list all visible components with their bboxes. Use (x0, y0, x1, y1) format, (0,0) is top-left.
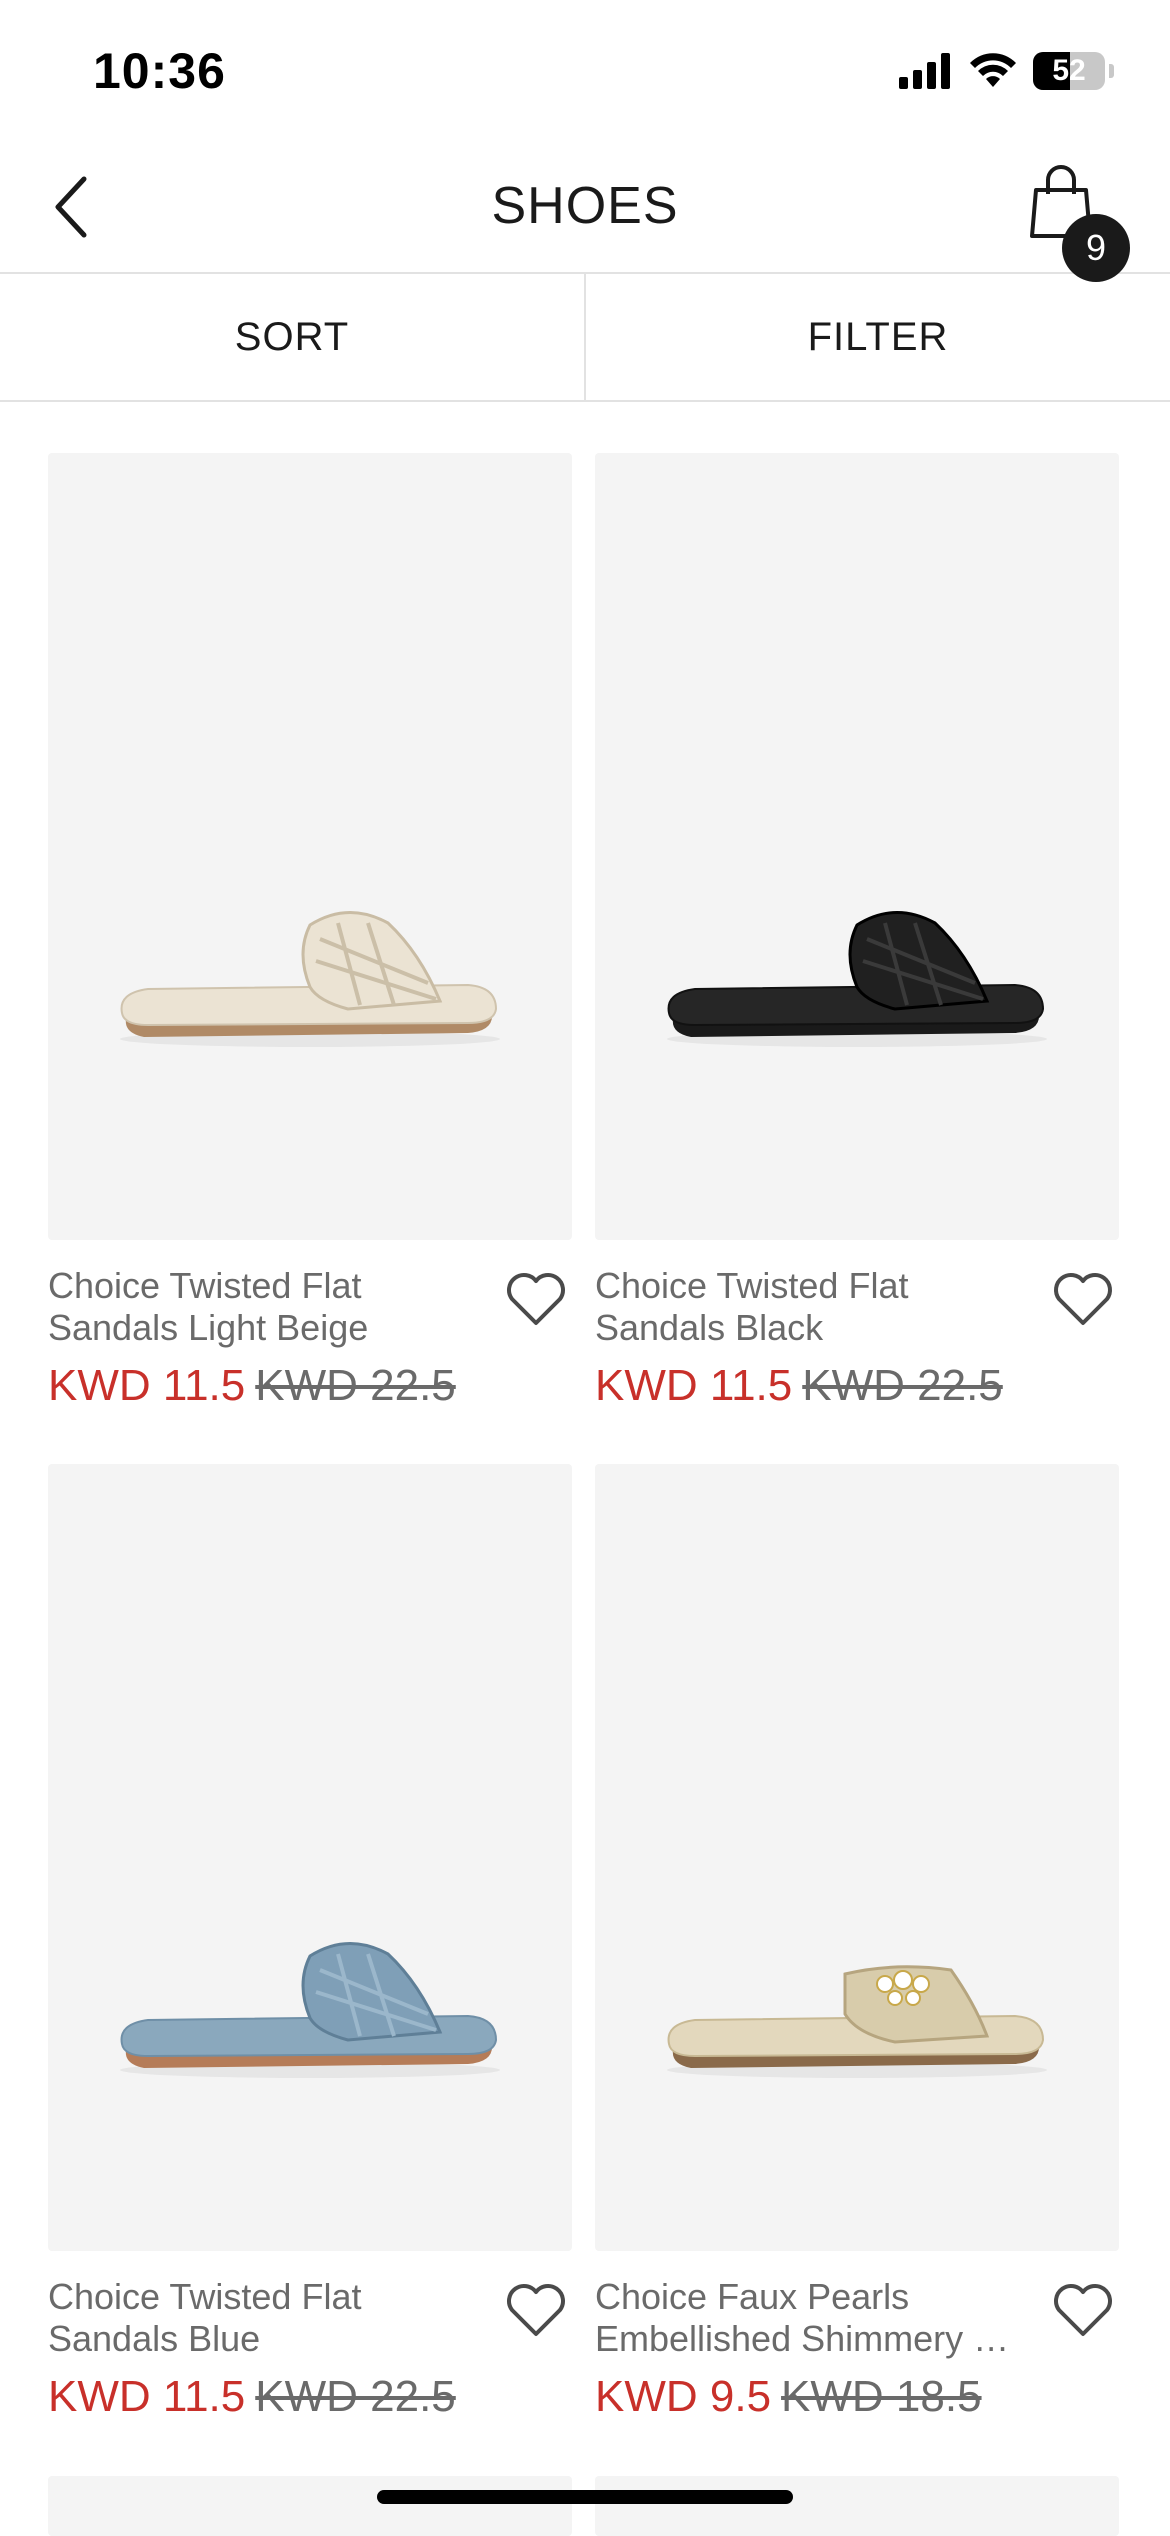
product-image[interactable] (595, 1464, 1119, 2251)
sandal-image (667, 1965, 1047, 2078)
product-name-line: Embellished Shimmery S... (595, 2318, 1015, 2359)
product-name[interactable]: Choice Twisted Flat Sandals Light Beige (48, 1265, 468, 1349)
product-image[interactable] (48, 1464, 572, 2251)
product-name-line: Sandals Black (595, 1307, 824, 1348)
wishlist-button[interactable] (1051, 2280, 1115, 2340)
battery-icon: 52 (1033, 52, 1105, 90)
filter-button[interactable]: FILTER (586, 274, 1170, 400)
status-bar: 10:36 52 (0, 0, 1170, 150)
cart-count-badge: 9 (1062, 214, 1130, 282)
status-time: 10:36 (93, 43, 226, 99)
status-icons: 52 (899, 52, 1114, 90)
sandal-image (667, 911, 1047, 1047)
sandal-image (120, 1942, 500, 2078)
product-image[interactable] (48, 453, 572, 1240)
battery-level: 52 (1052, 54, 1086, 87)
product-name-line: Choice Twisted Flat (595, 1265, 909, 1306)
original-price: KWD 22.5 (255, 1361, 456, 1410)
sale-price: KWD 11.5 (595, 1361, 793, 1410)
product-card[interactable]: Choice Twisted Flat Sandals Blue KWD 11.… (48, 1464, 572, 2421)
heart-icon (1054, 1273, 1112, 1325)
price-block: KWD 9.5 KWD 18.5 (595, 2372, 982, 2422)
heart-icon (507, 1273, 565, 1325)
product-name[interactable]: Choice Faux Pearls Embellished Shimmery … (595, 2276, 1015, 2360)
original-price: KWD 22.5 (802, 1361, 1003, 1410)
wifi-icon (970, 53, 1016, 87)
sale-price: KWD 11.5 (48, 1361, 246, 1410)
sale-price: KWD 11.5 (48, 2372, 246, 2421)
product-card[interactable]: Choice Faux Pearls Embellished Shimmery … (595, 1464, 1119, 2421)
price-block: KWD 11.5 KWD 22.5 (595, 1361, 1003, 1411)
original-price: KWD 22.5 (255, 2372, 456, 2421)
product-name-line: Choice Faux Pearls (595, 2276, 910, 2317)
product-name-line: Sandals Blue (48, 2318, 261, 2359)
sort-filter-bar: SORT FILTER (0, 274, 1170, 402)
product-card-peek[interactable] (48, 2476, 572, 2536)
wishlist-button[interactable] (504, 2280, 568, 2340)
product-card-peek[interactable] (595, 2476, 1119, 2536)
nav-header: SHOES 9 (0, 150, 1170, 282)
product-name-line: Choice Twisted Flat (48, 1265, 362, 1306)
product-card[interactable]: Choice Twisted Flat Sandals Black KWD 11… (595, 453, 1119, 1410)
sale-price: KWD 9.5 (595, 2372, 772, 2421)
price-block: KWD 11.5 KWD 22.5 (48, 1361, 456, 1411)
home-indicator[interactable] (377, 2490, 793, 2504)
page-title: SHOES (491, 177, 679, 235)
product-name[interactable]: Choice Twisted Flat Sandals Blue (48, 2276, 468, 2360)
wishlist-button[interactable] (1051, 1269, 1115, 1329)
cart-button[interactable]: 9 (1020, 164, 1130, 282)
price-block: KWD 11.5 KWD 22.5 (48, 2372, 456, 2422)
sort-button[interactable]: SORT (0, 274, 584, 400)
product-card[interactable]: Choice Twisted Flat Sandals Light Beige … (48, 453, 572, 1410)
product-name-line: Choice Twisted Flat (48, 2276, 362, 2317)
sandal-image (120, 911, 500, 1047)
heart-icon (507, 2284, 565, 2336)
product-image[interactable] (595, 453, 1119, 1240)
signal-icon (899, 53, 950, 89)
product-name[interactable]: Choice Twisted Flat Sandals Black (595, 1265, 1015, 1349)
wishlist-button[interactable] (504, 1269, 568, 1329)
original-price: KWD 18.5 (781, 2372, 982, 2421)
product-name-line: Sandals Light Beige (48, 1307, 369, 1348)
heart-icon (1054, 2284, 1112, 2336)
